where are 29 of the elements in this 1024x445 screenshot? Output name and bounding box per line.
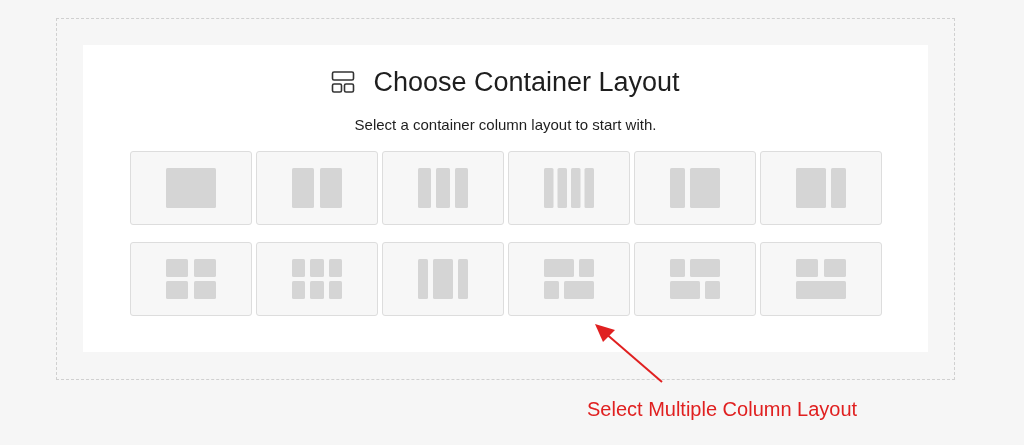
column-layout-icon [291,258,342,299]
layout-option[interactable] [633,241,756,316]
column-layout-icon [417,167,468,208]
layout-icon [331,70,356,94]
layout-option[interactable] [255,150,378,225]
layout-option[interactable] [759,150,882,225]
layout-option[interactable] [759,241,882,316]
dialog-subtitle: Select a container column layout to start with. [354,115,657,135]
column-layout-icon [165,167,216,208]
dialog-title: Choose Container Layout [373,66,680,99]
annotation-text: Select Multiple Column Layout [587,398,858,420]
column-layout-icon [543,167,594,208]
column-layout-icon [291,167,342,208]
layout-option[interactable] [129,150,252,225]
layout-option[interactable] [129,241,252,316]
column-layout-icon [795,258,846,299]
column-layout-icon [795,167,846,208]
layout-option[interactable] [507,241,630,316]
layout-option[interactable] [381,150,504,225]
layout-option[interactable] [633,150,756,225]
column-layout-icon [543,258,594,299]
layout-option[interactable] [507,150,630,225]
layout-option[interactable] [381,241,504,316]
column-layout-icon [669,167,720,208]
column-layout-icon [417,258,468,299]
column-layout-icon [669,258,720,299]
column-layout-icon [165,258,216,299]
arrow [595,324,663,383]
layout-option[interactable] [255,241,378,316]
